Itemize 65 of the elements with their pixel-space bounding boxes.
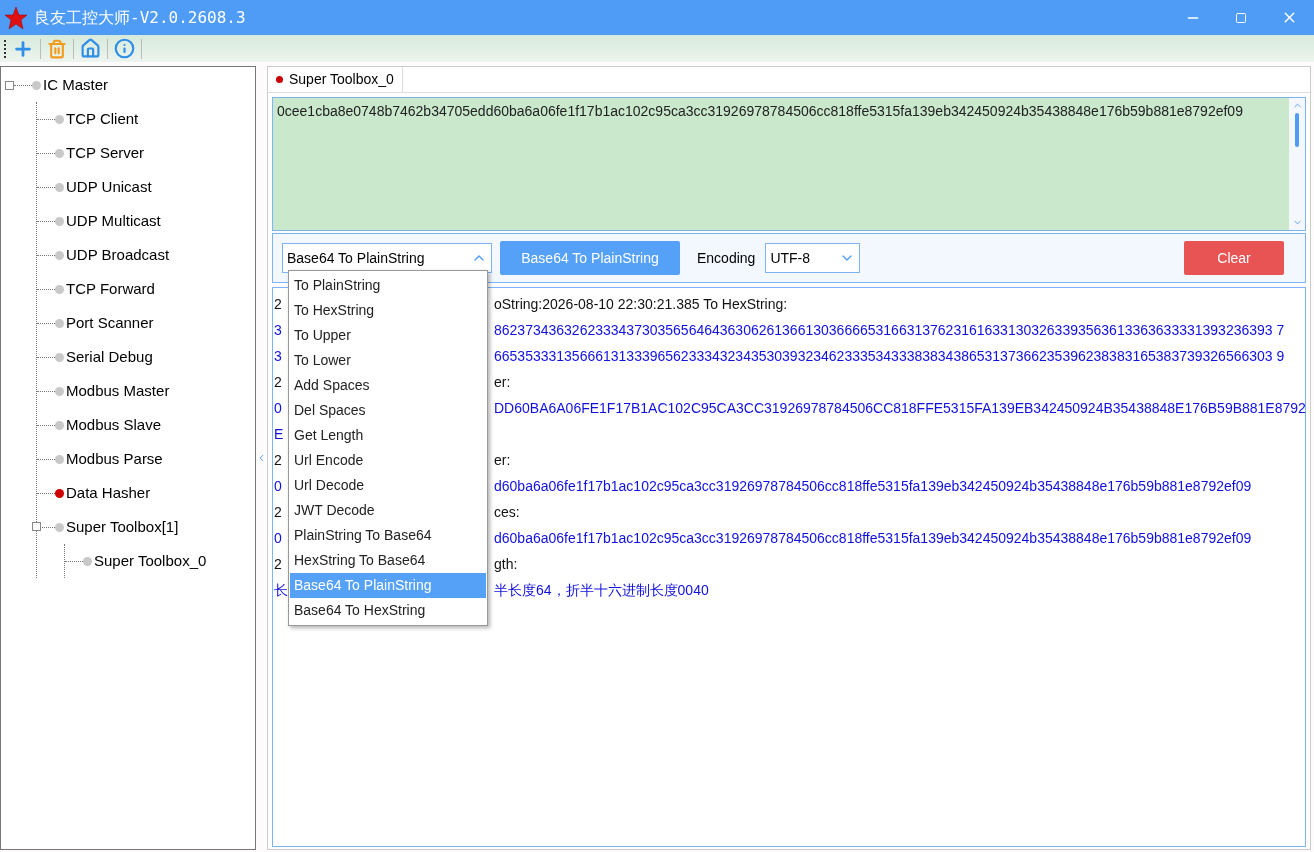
log-text: 0	[274, 478, 282, 494]
menu-item[interactable]: Url Encode	[290, 448, 486, 473]
menu-item[interactable]: HexString To Base64	[290, 548, 486, 573]
tree-item[interactable]: TCP Forward	[66, 277, 155, 301]
log-text: 3	[274, 322, 282, 338]
menu-item[interactable]: Get Length	[290, 423, 486, 448]
log-text: d60ba6a06fe1f17b1ac102c95ca3cc31926978784506cc818ffe5315fa139eb342450924b35438848e176b59b881e8792ef09	[494, 529, 1253, 548]
tree-item[interactable]: UDP Multicast	[66, 209, 161, 233]
menu-item[interactable]: Del Spaces	[290, 398, 486, 423]
log-text: 2	[274, 374, 282, 390]
log-text: 8623734363262333437303565646436306261366130366665316631376231616331303263393563613363633331393236393 7	[494, 321, 1286, 340]
tree-item[interactable]: Modbus Parse	[66, 447, 163, 471]
menu-item[interactable]: To Upper	[290, 323, 486, 348]
tree-item[interactable]: Data Hasher	[66, 481, 151, 505]
tree-item[interactable]: Port Scanner	[66, 311, 154, 335]
menu-item[interactable]: To HexString	[290, 298, 486, 323]
log-text: E	[274, 426, 284, 442]
tree-item[interactable]: UDP Unicast	[66, 175, 152, 199]
scrollbar[interactable]	[1289, 98, 1305, 230]
log-text: 2	[274, 296, 282, 312]
menu-item[interactable]: Url Decode	[290, 473, 486, 498]
log-text: 2	[274, 556, 282, 572]
tree-item[interactable]: IC Master	[43, 73, 108, 97]
log-text: 2	[274, 504, 282, 520]
menu-item[interactable]: PlainString To Base64	[290, 523, 486, 548]
tree-item[interactable]: TCP Client	[66, 107, 139, 131]
menu-item[interactable]: To Lower	[290, 348, 486, 373]
input-field[interactable]: 0cee1cba8e0748b7462b34705edd60ba6a06fe1f17b1ac102c95ca3cc31926978784506cc818ffe5315fa139eb342450924b35438848e176b59b881e8792ef09	[272, 97, 1306, 231]
tree-item[interactable]: Serial Debug	[66, 345, 153, 369]
log-text: 长	[274, 582, 288, 598]
log-text: 0	[274, 400, 282, 416]
log-text: er:	[494, 451, 512, 470]
collapse-toggle-icon[interactable]	[32, 522, 41, 531]
log-text: 0	[274, 530, 282, 546]
menu-item[interactable]: JWT Decode	[290, 498, 486, 523]
star-icon	[4, 5, 28, 30]
tree-item[interactable]: Super Toolbox[1]	[66, 515, 179, 539]
encoding-select[interactable]: UTF-8	[765, 243, 861, 273]
trash-icon[interactable]	[47, 38, 67, 59]
log-text: ces:	[494, 503, 521, 522]
log-text: 6653533313566613133396562333432343530393234623335343338383438653137366235396238383165383739326566303 9	[494, 347, 1286, 366]
tree-item[interactable]: Super Toolbox_0	[94, 549, 207, 573]
log-text: oString:2026-08-10 22:30:21.385 To HexString:	[494, 295, 789, 314]
menu-item[interactable]: Base64 To HexString	[290, 598, 486, 623]
tree-item[interactable]: TCP Server	[66, 141, 145, 165]
menu-item[interactable]: Add Spaces	[290, 373, 486, 398]
clear-button[interactable]: Clear	[1184, 241, 1284, 275]
tree-item[interactable]: Modbus Slave	[66, 413, 162, 437]
mode-select[interactable]: Base64 To PlainString	[282, 243, 492, 273]
log-text: DD60BA6A06FE1F17B1AC102C95CA3CC31926978784506CC818FFE5315FA139EB342450924B35438848E176B59B881E8792	[494, 399, 1306, 418]
log-text: 2	[274, 452, 282, 468]
collapse-toggle-icon[interactable]	[5, 80, 14, 90]
log-text: er:	[494, 373, 512, 392]
tree-item[interactable]: UDP Broadcast	[66, 243, 170, 267]
maximize-icon[interactable]	[1235, 11, 1247, 24]
info-icon[interactable]	[114, 38, 135, 59]
window-title: 良友工控大师-V2.0.2608.3	[34, 6, 246, 29]
tree-item[interactable]: Modbus Master	[66, 379, 170, 403]
log-text: 半长度64，折半十六进制长度0040	[494, 581, 710, 600]
menu-item[interactable]: To PlainString	[290, 273, 486, 298]
log-text: d60ba6a06fe1f17b1ac102c95ca3cc31926978784506cc818ffe5315fa139eb342450924b35438848e176b59b881e8792ef09	[494, 477, 1253, 496]
log-text: 3	[274, 348, 282, 364]
log-text: gth:	[494, 555, 519, 574]
home-icon[interactable]	[80, 38, 101, 59]
encoding-label: Encoding	[697, 248, 756, 268]
